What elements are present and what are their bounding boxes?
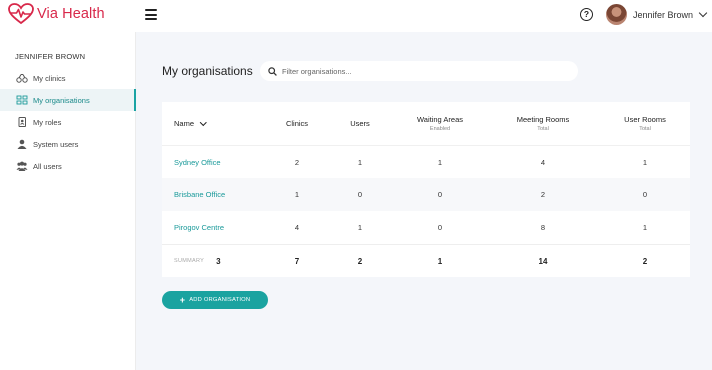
user-icon [16,139,28,149]
summary-users: 2 [357,256,363,266]
chevron-down-icon [698,8,708,18]
waiting-areas-cell: 0 [437,190,443,199]
summary-row: SUMMARY 3 7 2 1 14 2 [162,244,690,277]
org-link[interactable]: Brisbane Office [174,190,225,199]
column-header-meeting-rooms: Meeting Rooms Total [507,102,579,145]
sidebar-nav: My clinics My organisations My roles Sys… [0,67,136,177]
users-cell: 1 [357,223,363,232]
column-header-name[interactable]: Name [174,102,207,145]
sidebar-item-label: My roles [33,117,62,127]
user-rooms-cell: 1 [642,223,648,232]
sidebar-item-my-organisations[interactable]: My organisations [0,89,136,111]
sidebar-item-label: All users [33,161,62,171]
column-header-clinics: Clinics [272,102,322,145]
app-logo[interactable]: Via Health [8,3,105,25]
help-icon[interactable]: ? [580,8,593,21]
organisation-icon [16,95,28,105]
clinics-cell: 4 [294,223,300,232]
org-name-cell: Sydney Office [174,146,221,178]
table-row: Brisbane Office 1 0 0 2 0 [162,178,690,211]
meeting-rooms-cell: 2 [540,190,546,199]
column-sublabel: Total [537,126,549,132]
summary-label: SUMMARY [174,258,205,264]
summary-cell: SUMMARY 3 [174,245,221,277]
column-label: Name [174,119,195,128]
sidebar-item-my-roles[interactable]: My roles [0,111,136,133]
sidebar: JENNIFER BROWN My clinics My organisatio… [0,32,136,370]
column-label: User Rooms [624,115,666,124]
org-name-cell: Brisbane Office [174,178,225,211]
sidebar-item-label: System users [33,139,79,149]
column-header-waiting-areas: Waiting Areas Enabled [405,102,475,145]
column-header-users: Users [335,102,385,145]
sidebar-item-label: My organisations [33,95,90,105]
org-link[interactable]: Sydney Office [174,158,221,167]
org-link[interactable]: Pirogov Centre [174,223,224,232]
sidebar-item-system-users[interactable]: System users [0,133,136,155]
add-organisation-button[interactable]: + ADD ORGANISATION [162,291,268,309]
stethoscope-icon [16,73,28,83]
sort-chevron-icon [200,118,207,126]
search-input[interactable] [282,66,562,76]
sidebar-user-name: JENNIFER BROWN [15,52,86,61]
top-bar: Via Health ? Jennifer Brown [0,0,712,32]
users-cell: 1 [357,157,363,167]
meeting-rooms-cell: 4 [540,157,546,167]
meeting-rooms-cell: 8 [540,223,546,232]
waiting-areas-cell: 0 [437,223,443,232]
column-sublabel: Enabled [429,126,451,132]
table-row: Sydney Office 2 1 1 4 1 [162,145,690,178]
column-label: Users [350,119,370,128]
page-title: My organisations [162,64,253,78]
avatar [606,4,627,25]
org-name-cell: Pirogov Centre [174,211,224,244]
summary-user-rooms: 2 [642,256,648,266]
user-rooms-cell: 0 [642,190,648,199]
table-header: Name Clinics Users Waiting Areas Enabled… [162,102,690,145]
add-organisation-label: ADD ORGANISATION [189,297,251,303]
summary-waiting-areas: 1 [437,256,443,266]
user-name: Jennifer Brown [633,9,694,20]
summary-count: 3 [216,256,221,266]
waiting-areas-cell: 1 [437,157,443,167]
summary-meeting-rooms: 14 [538,256,548,266]
column-header-user-rooms: User Rooms Total [610,102,680,145]
sidebar-item-my-clinics[interactable]: My clinics [0,67,136,89]
table-row: Pirogov Centre 4 1 0 8 1 [162,211,690,244]
column-label: Waiting Areas [417,115,463,124]
plus-icon: + [179,294,186,305]
column-sublabel: Total [639,126,651,132]
organisations-table: Name Clinics Users Waiting Areas Enabled… [162,102,690,277]
user-rooms-cell: 1 [642,157,648,167]
menu-toggle-icon[interactable] [145,9,157,20]
clinics-cell: 1 [294,190,300,199]
badge-icon [16,117,28,127]
column-label: Clinics [285,119,309,128]
app-name: Via Health [37,6,105,22]
clinics-cell: 2 [294,157,300,167]
user-menu[interactable]: Jennifer Brown [606,4,708,25]
sidebar-item-label: My clinics [33,73,66,83]
users-icon [16,161,28,171]
column-label: Meeting Rooms [516,115,570,124]
search-bar [260,61,578,81]
sidebar-item-all-users[interactable]: All users [0,155,136,177]
search-icon [268,66,277,76]
heart-pulse-icon [8,3,34,25]
summary-clinics: 7 [294,256,300,266]
users-cell: 0 [357,190,363,199]
